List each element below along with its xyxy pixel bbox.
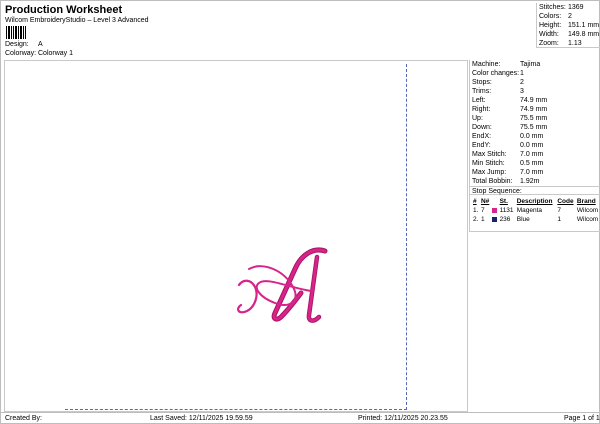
info-row-stops: Stops: 2 (472, 79, 524, 86)
stat-row-stitches: Stitches: 1369 (539, 4, 584, 11)
info-row-endy: EndY: 0.0 mm (472, 142, 544, 149)
col-needle: N# (480, 198, 490, 205)
info-row-min-stitch: Min Stitch: 0.5 mm (472, 160, 544, 167)
machine-info-panel: Machine: Tajima Color changes:1 Stops: 2 T… (469, 60, 600, 232)
page-footer: Created By: Last Saved: 12/11/2025 19.59… (1, 412, 600, 424)
colorway-label: Colorway: (5, 50, 37, 57)
footer-created-by: Created By: (5, 415, 42, 422)
design-canvas (4, 60, 468, 412)
info-row-right: Right: 74.9 mm (472, 106, 548, 113)
hoop-guide-vertical (406, 64, 407, 410)
col-brand: Brand (576, 198, 596, 205)
info-row-up: Up: 75.5 mm (472, 115, 548, 122)
stop-sequence-table: # N# St. Description Code Brand 1. 7 113… (472, 197, 600, 224)
info-row-total-bobbin: Total Bobbin: 1.92m (472, 178, 540, 185)
stop-sequence-heading: Stop Sequence: (470, 186, 600, 195)
embroidery-letter-a-design (237, 247, 328, 323)
design-stats-box: Stitches: 1369 Colors: 2 Height: 151.1 mm W… (536, 3, 600, 48)
colorway-row: Colorway: Colorway 1 (5, 50, 73, 57)
page-title: Production Worksheet (5, 4, 123, 16)
design-label: Design: (5, 41, 29, 48)
col-index: # (473, 198, 477, 205)
info-row-max-jump: Max Jump: 7.0 mm (472, 169, 544, 176)
info-row-color-changes: Color changes:1 (472, 70, 524, 77)
hoop-guide-horizontal (65, 409, 407, 410)
col-stitches: St. (499, 198, 508, 205)
color-swatch-icon (492, 216, 498, 222)
worksheet-page: Production Worksheet Wilcom EmbroiderySt… (0, 0, 600, 424)
stat-row-width: Width: 149.8 mm (539, 31, 600, 38)
col-code: Code (557, 198, 574, 205)
color-swatch-icon (492, 207, 498, 213)
stop-sequence-box: # N# St. Description Code Brand 1. 7 113… (470, 197, 600, 232)
barcode-icon (6, 26, 28, 39)
info-row-machine: Machine: Tajima (472, 61, 541, 68)
table-row: 1. 7 1131 Magenta 7 Wilcom (473, 207, 599, 214)
info-row-down: Down: 75.5 mm (472, 124, 548, 131)
stat-row-zoom: Zoom: 1.13 (539, 40, 582, 47)
stat-row-colors: Colors: 2 (539, 13, 572, 20)
colorway-value: Colorway 1 (38, 50, 74, 57)
info-row-trims: Trims: 3 (472, 88, 524, 95)
footer-printed: Printed: 12/11/2025 20.23.55 (358, 415, 448, 422)
info-row-left: Left: 74.9 mm (472, 97, 548, 104)
stop-sequence-header-row: # N# St. Description Code Brand (472, 197, 600, 206)
info-row-max-stitch: Max Stitch: 7.0 mm (472, 151, 544, 158)
col-description: Description (516, 198, 553, 205)
table-row: 2. 1 236 Blue 1 Wilcom (473, 216, 599, 223)
footer-last-saved: Last Saved: 12/11/2025 19.59.59 (150, 415, 253, 422)
col-swatch (491, 197, 499, 206)
software-subtitle: Wilcom EmbroideryStudio – Level 3 Advanc… (5, 17, 149, 24)
footer-page-number: Page 1 of 1 (564, 415, 600, 422)
stat-row-height: Height: 151.1 mm (539, 22, 600, 29)
design-value: A (38, 41, 43, 48)
info-row-endx: EndX: 0.0 mm (472, 133, 544, 140)
design-name-row: Design: A (5, 41, 43, 48)
